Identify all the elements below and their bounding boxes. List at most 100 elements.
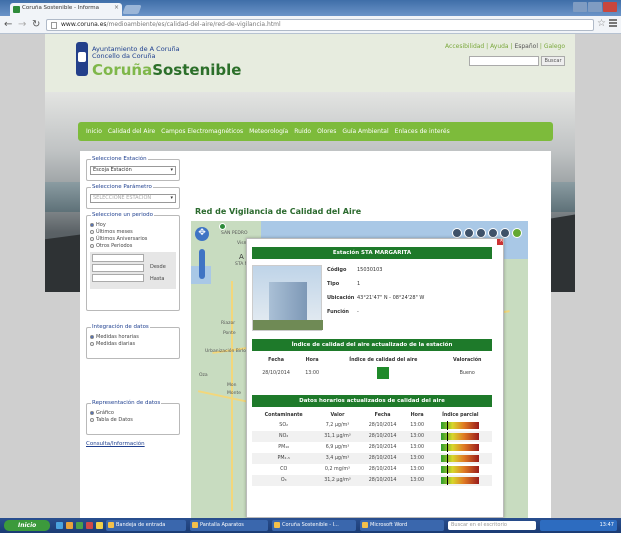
start-button[interactable]: Inicio [4, 520, 50, 531]
station-field: Ubicación 43°21'47" N - 08°24'28" W [327, 295, 425, 301]
period-legend: Seleccione un periodo [91, 212, 154, 218]
nav-item[interactable]: Meteorología [249, 128, 288, 135]
partial-index-bar [441, 421, 480, 430]
back-arrow-icon[interactable]: ← [4, 19, 12, 30]
partial-index-bar [441, 476, 480, 485]
index-table: Fecha Hora Índice de calidad del aire Va… [252, 356, 492, 381]
quicklaunch-icon[interactable] [66, 522, 73, 529]
station-marker[interactable] [219, 223, 226, 230]
nav-item[interactable]: Calidad del Aire [108, 128, 155, 135]
map-tool-icon[interactable] [476, 228, 486, 238]
site-search-input[interactable] [469, 56, 539, 66]
quicklaunch-icon[interactable] [56, 522, 63, 529]
representation-legend: Representación de datos [91, 400, 162, 406]
taskbar-button[interactable]: Bandeja de entrada [106, 520, 186, 531]
url-bar[interactable]: www.coruna.es/medioambiente/es/calidad-d… [46, 19, 594, 31]
popup-close-icon[interactable]: × [497, 239, 503, 245]
nav-item[interactable]: Inicio [86, 128, 102, 135]
station-title: Estación STA MARGARITA [252, 247, 492, 259]
table-row: O₃ 31,2 µg/m³ 28/10/2014 13:00 [252, 475, 492, 486]
date-input[interactable] [92, 264, 144, 272]
close-window-button[interactable] [603, 2, 617, 12]
map-tool-icon[interactable] [500, 228, 510, 238]
map-label: Oza [199, 373, 208, 378]
taskbar-button[interactable]: Coruña Sostenible - I... [272, 520, 356, 531]
lang-gl-link: | Galego [538, 43, 565, 50]
integration-fieldset: Integración de datos Medidas horarias Me… [86, 324, 180, 359]
tab-title: Coruña Sostenible - Informa [22, 5, 100, 11]
map-tool-icon[interactable] [464, 228, 474, 238]
nav-item[interactable]: Ruido [294, 128, 311, 135]
hourly-title: Datos horarios actualizados de calidad d… [252, 395, 492, 407]
station-popup: × Estación STA MARGARITA Código 15030103 … [246, 238, 504, 518]
representation-fieldset: Representación de datos Gráfico Tabla de… [86, 400, 180, 435]
map-zoom-control[interactable] [199, 249, 205, 279]
map-label: Monte [227, 391, 242, 396]
nav-item[interactable]: Campos Electromagnéticos [161, 128, 243, 135]
period-option[interactable]: Hoy [90, 222, 176, 229]
station-fieldset: Seleccione Estación Escoja Estación [86, 156, 180, 181]
hourly-table: Contaminante Valor Fecha Hora Índice par… [252, 411, 492, 486]
minimize-button[interactable] [573, 2, 587, 12]
new-tab-button[interactable] [122, 5, 142, 14]
period-option[interactable]: Últimos Aniversarios [90, 236, 176, 243]
quicklaunch-icon[interactable] [86, 522, 93, 529]
period-option[interactable]: Otros Periodos [90, 243, 176, 250]
parameter-fieldset: Seleccione Parámetro SELECCIONE ESTACIÓN [86, 184, 180, 209]
map-label: Mon [227, 383, 237, 388]
site-search-button[interactable]: Buscar [541, 56, 565, 66]
parameter-legend: Seleccione Parámetro [91, 184, 153, 190]
representation-option[interactable]: Tabla de Datos [90, 417, 176, 424]
station-photo [252, 265, 323, 331]
nav-item[interactable]: Enlaces de interés [395, 128, 450, 135]
table-row: 28/10/2014 13:00 Bueno [252, 365, 492, 381]
table-row: NO₂ 31,1 µg/m³ 28/10/2014 13:00 [252, 431, 492, 442]
desktop-search-input[interactable]: Buscar en el escritorio [448, 521, 536, 530]
date-range-box: Desde Hasta [90, 252, 176, 289]
representation-option[interactable]: Gráfico [90, 410, 176, 417]
menu-icon[interactable] [609, 19, 617, 29]
map-tool-icon[interactable] [452, 228, 462, 238]
index-title: Índice de calidad del aire actualizado d… [252, 339, 492, 351]
table-row: SO₂ 7,2 µg/m³ 28/10/2014 13:00 [252, 420, 492, 431]
close-tab-icon[interactable]: × [114, 4, 119, 11]
page-icon [51, 22, 57, 29]
integration-option[interactable]: Medidas horarias [90, 334, 176, 341]
url-path: /medioambiente/es/calidad-del-aire/red-d… [106, 21, 281, 28]
parameter-select[interactable]: SELECCIONE ESTACIÓN [90, 194, 176, 203]
clock: 13:47 [599, 522, 614, 528]
reload-icon[interactable]: ↻ [32, 19, 40, 30]
station-legend: Seleccione Estación [91, 156, 148, 162]
nav-item[interactable]: Guía Ambiental [342, 128, 388, 135]
browser-tab[interactable]: Coruña Sostenible - Informa × [10, 3, 122, 16]
nav-item[interactable]: Olores [317, 128, 336, 135]
period-option[interactable]: Últimos meses [90, 229, 176, 236]
bookmark-star-icon[interactable]: ☆ [597, 18, 606, 29]
map-pan-control-icon[interactable]: ✥ [195, 227, 209, 241]
forward-arrow-icon[interactable]: → [18, 19, 26, 30]
quicklaunch-icon[interactable] [96, 522, 103, 529]
consult-info-link[interactable]: Consulta/Información [86, 441, 145, 447]
taskbar-button[interactable]: Pantalla Aparatos [190, 520, 268, 531]
map-tool-icon[interactable] [488, 228, 498, 238]
station-field: Código 15030103 [327, 267, 383, 273]
date-input[interactable] [92, 274, 144, 282]
maximize-button[interactable] [588, 2, 602, 12]
language-links[interactable]: Accesibilidad | Ayuda | Español | Galego [445, 43, 565, 50]
site-favicon-icon [13, 6, 20, 13]
quicklaunch-icon[interactable] [76, 522, 83, 529]
hasta-label: Hasta [150, 276, 165, 282]
table-row: PM₂.₅ 3,4 µg/m³ 28/10/2014 13:00 [252, 453, 492, 464]
map-tools [452, 228, 522, 238]
window-controls [573, 2, 617, 12]
site-logo[interactable]: CoruñaSostenible [92, 61, 241, 79]
date-input[interactable] [92, 254, 144, 262]
station-select[interactable]: Escoja Estación [90, 166, 176, 175]
integration-option[interactable]: Medidas diarias [90, 341, 176, 348]
station-field: Tipo 1 [327, 281, 361, 287]
map-label: Ponte [223, 331, 236, 336]
partial-index-bar [441, 454, 480, 463]
taskbar-button[interactable]: Microsoft Word [360, 520, 444, 531]
org-name-gl: Concello da Coruña [92, 52, 156, 60]
map-tool-icon[interactable] [512, 228, 522, 238]
